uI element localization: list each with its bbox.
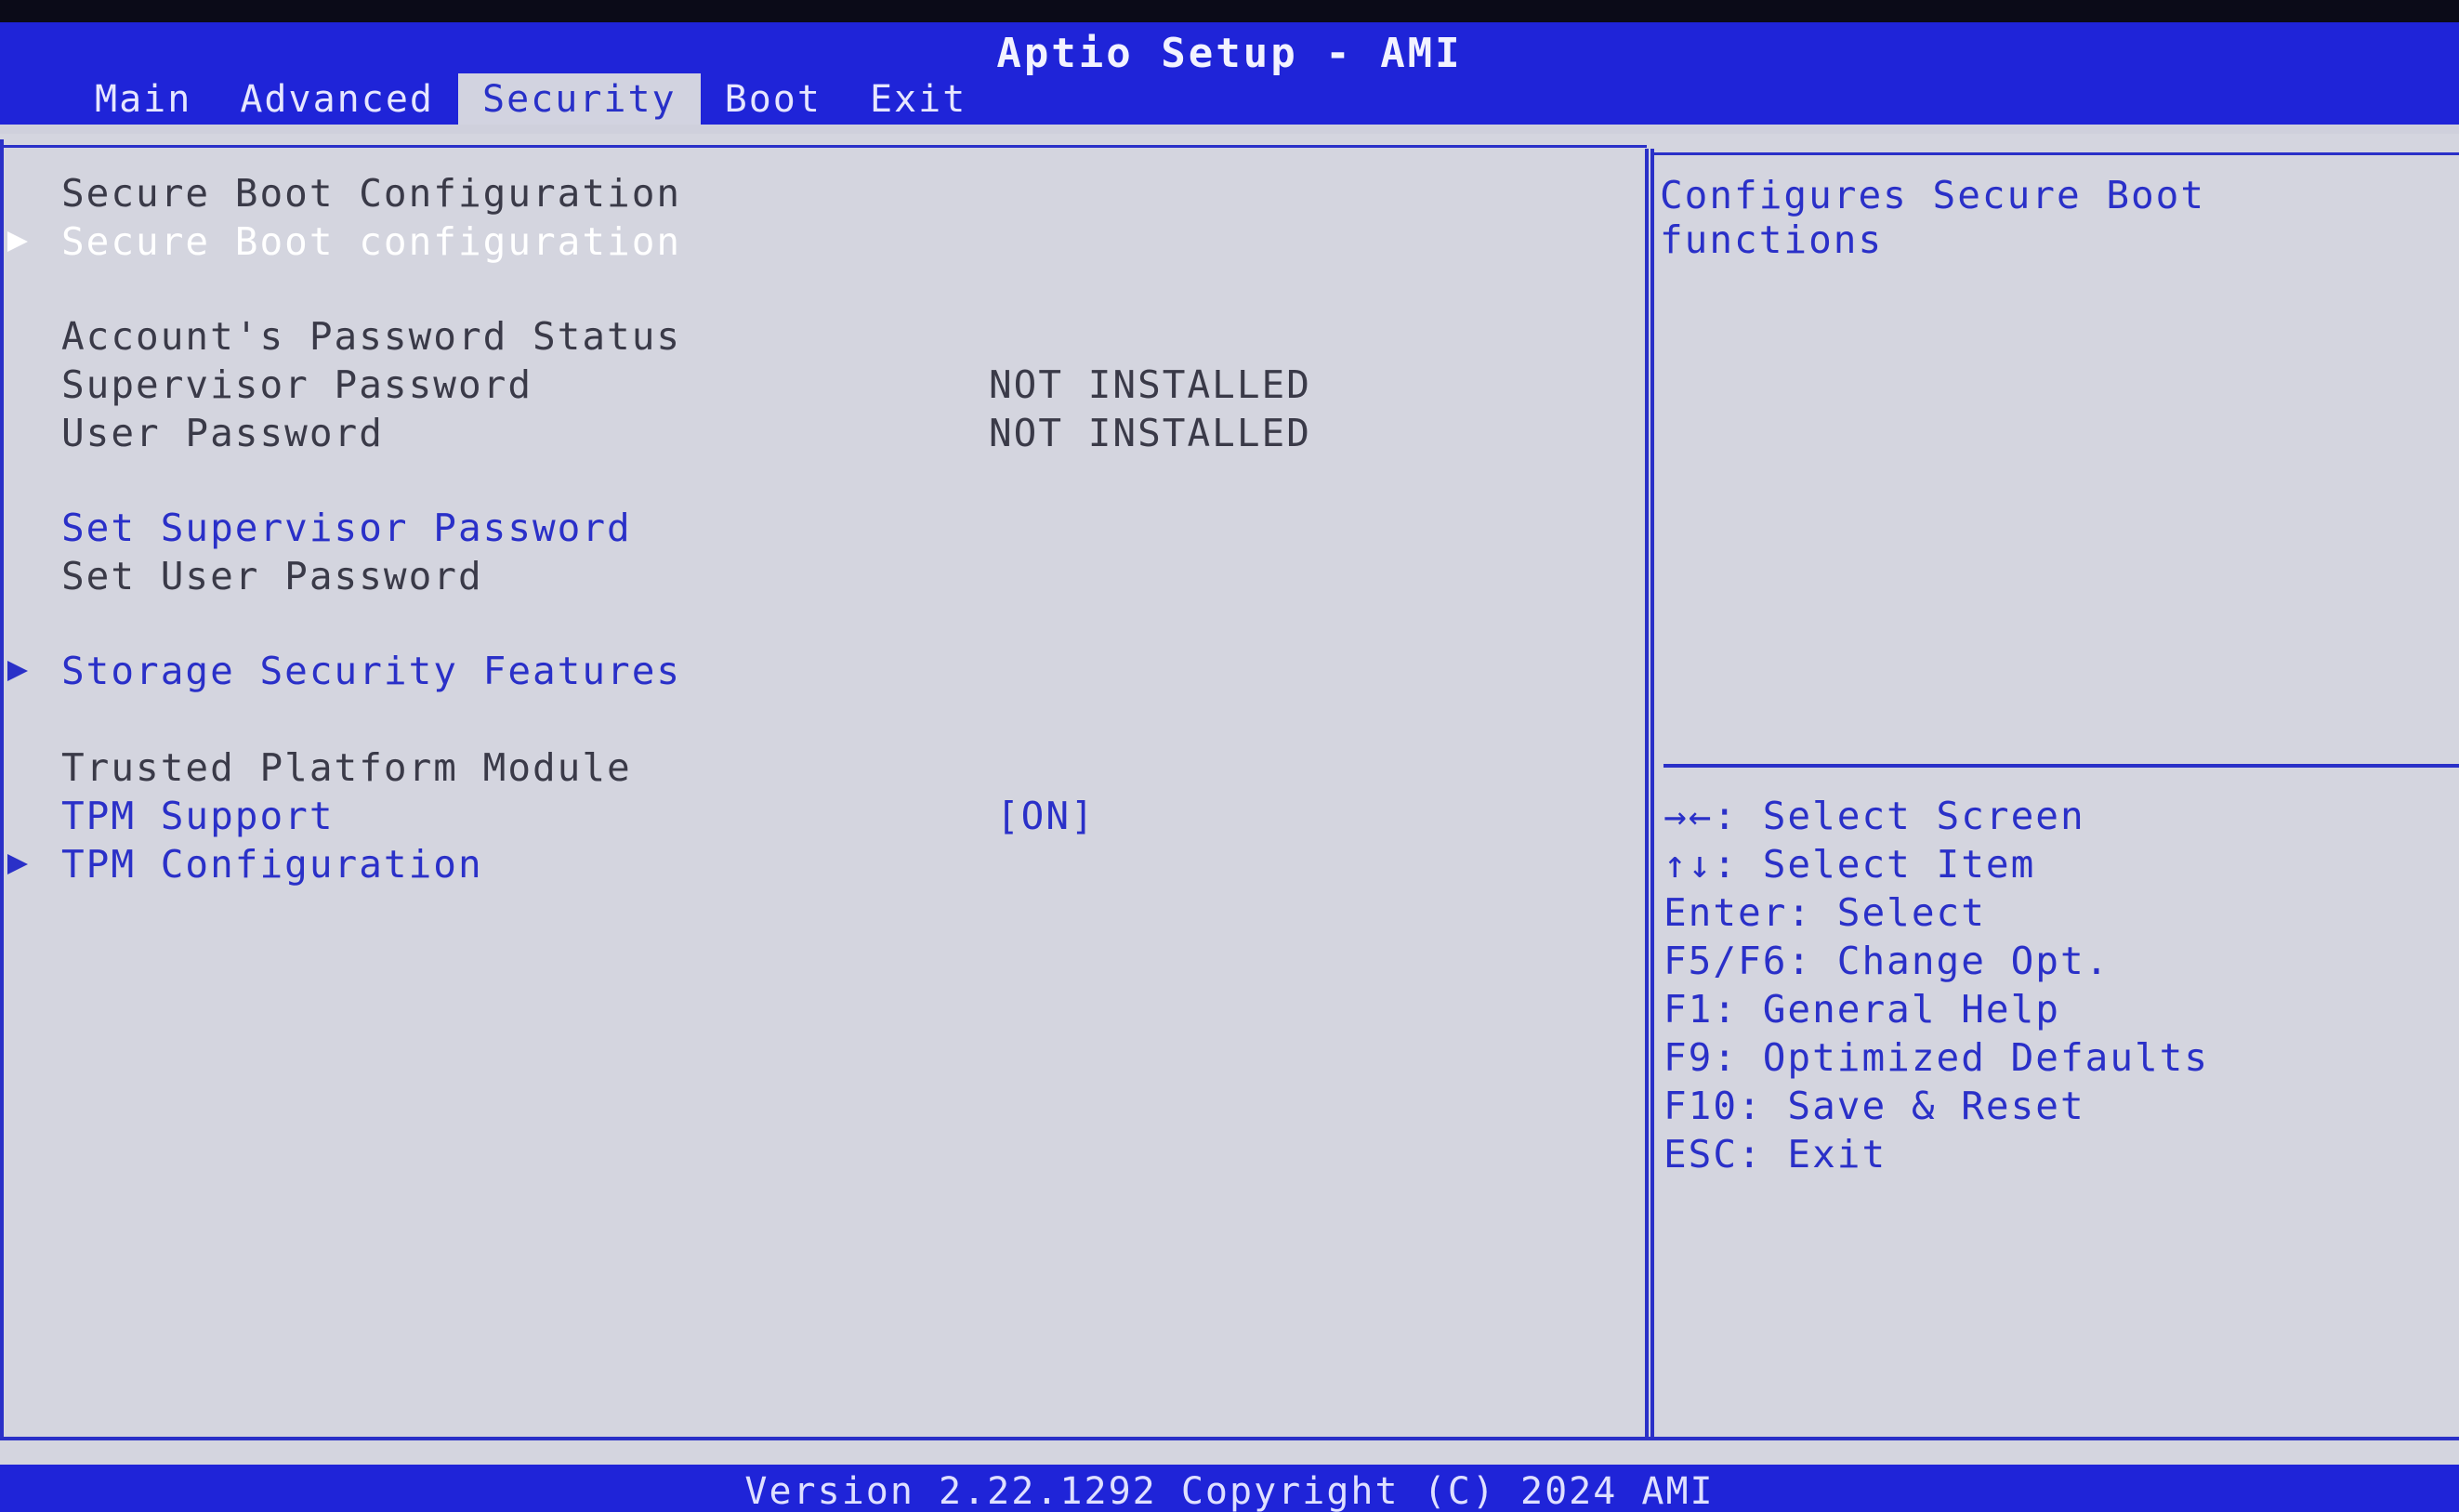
key-hint-save-reset: F10: Save & Reset bbox=[1663, 1084, 2085, 1128]
user-password-value: NOT INSTALLED bbox=[989, 411, 1311, 455]
tab-advanced[interactable]: Advanced bbox=[216, 73, 458, 125]
tab-main[interactable]: Main bbox=[71, 73, 216, 125]
key-hint-change-opt: F5/F6: Change Opt. bbox=[1663, 939, 2111, 983]
menu-item-set-supervisor-password[interactable]: Set Supervisor Password bbox=[61, 504, 632, 552]
menu-top-border bbox=[0, 145, 1647, 148]
tab-boot[interactable]: Boot bbox=[701, 73, 846, 125]
key-hint-general-help: F1: General Help bbox=[1663, 987, 2060, 1032]
footer-bar: Version 2.22.1292 Copyright (C) 2024 AMI bbox=[0, 1465, 2459, 1512]
key-hint-exit: ESC: Exit bbox=[1663, 1132, 1887, 1177]
menu-item-storage-security-features[interactable]: Storage Security Features bbox=[61, 647, 681, 695]
triangle-right-icon bbox=[6, 217, 35, 266]
user-password-label: User Password bbox=[61, 411, 384, 455]
menu-item-tpm-support[interactable]: TPM Support bbox=[61, 792, 335, 840]
key-hint-optimized-defaults: F9: Optimized Defaults bbox=[1663, 1035, 2210, 1080]
triangle-right-icon bbox=[6, 840, 35, 888]
menu-item-secure-boot-configuration[interactable]: Secure Boot configuration bbox=[61, 217, 681, 266]
menu-item-set-user-password[interactable]: Set User Password bbox=[61, 552, 483, 600]
triangle-right-icon bbox=[6, 647, 35, 695]
menu-item-tpm-configuration[interactable]: TPM Configuration bbox=[61, 840, 483, 888]
tpm-header: Trusted Platform Module bbox=[61, 745, 632, 790]
top-strip bbox=[0, 0, 2459, 22]
key-hint-select-screen: →←: Select Screen bbox=[1663, 794, 2085, 838]
supervisor-password-value: NOT INSTALLED bbox=[989, 362, 1311, 407]
footer-gap bbox=[0, 1440, 2459, 1465]
tab-security[interactable]: Security bbox=[457, 73, 701, 125]
header-underline bbox=[0, 125, 2459, 134]
help-top-border bbox=[1647, 152, 2459, 155]
help-separator bbox=[1663, 764, 2459, 768]
help-description: Configures Secure Boot functions bbox=[1660, 173, 2206, 262]
left-border bbox=[0, 139, 4, 1437]
secure-boot-header: Secure Boot Configuration bbox=[61, 171, 682, 216]
version-text: Version 2.22.1292 Copyright (C) 2024 AMI bbox=[744, 1470, 1715, 1512]
key-legend: →←: Select Screen ↑↓: Select Item Enter:… bbox=[1663, 792, 2209, 1178]
app-title: Aptio Setup - AMI bbox=[996, 30, 1463, 77]
tab-bar: Main Advanced Security Boot Exit bbox=[71, 73, 991, 125]
panel-divider bbox=[1645, 149, 1654, 1440]
tab-exit[interactable]: Exit bbox=[846, 73, 991, 125]
header-bar: Aptio Setup - AMI Main Advanced Security… bbox=[0, 22, 2459, 126]
key-hint-select-item: ↑↓: Select Item bbox=[1663, 842, 2036, 887]
supervisor-password-label: Supervisor Password bbox=[61, 362, 533, 407]
tpm-support-value[interactable]: [ON] bbox=[996, 792, 1096, 840]
password-status-header: Account's Password Status bbox=[61, 314, 682, 359]
key-hint-enter: Enter: Select bbox=[1663, 890, 1986, 935]
